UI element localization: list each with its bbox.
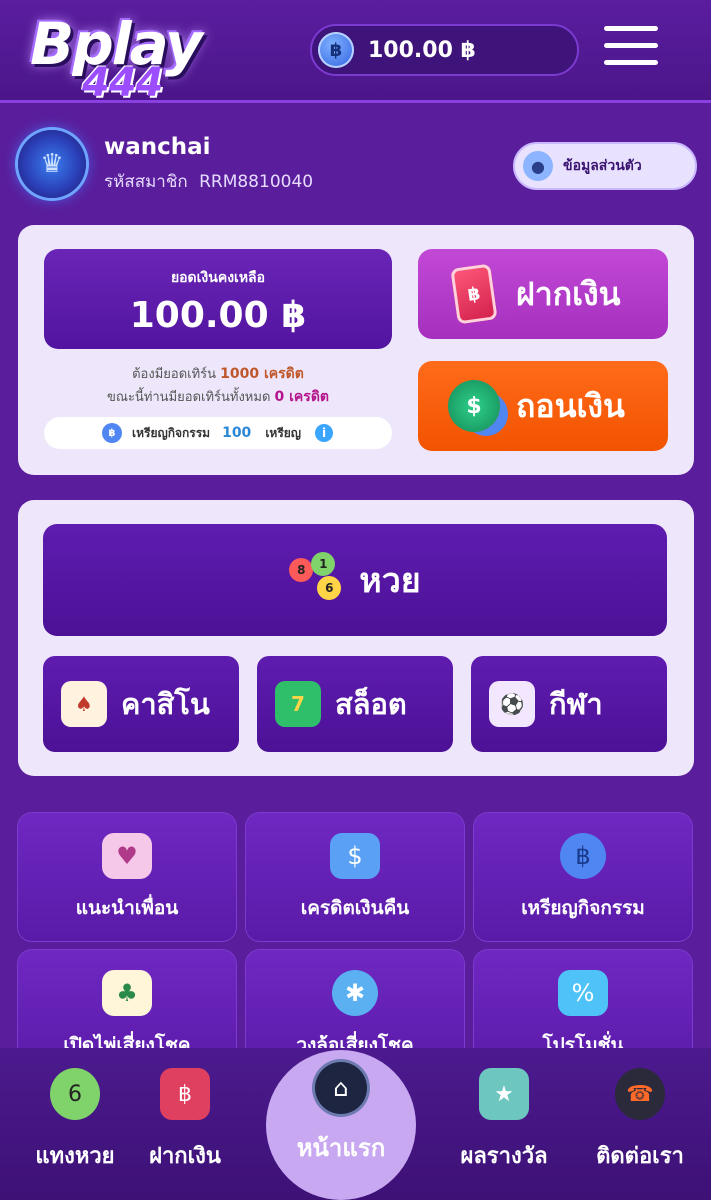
turnover-required-value: 1000 เครดิต: [220, 366, 304, 382]
activity-coins-unit: เหรียญ: [265, 425, 302, 440]
member-id: RRM8810040: [199, 172, 314, 192]
coin-icon: ฿: [560, 833, 606, 879]
medal-icon: ★: [479, 1068, 529, 1120]
withdraw-label: ถอนเงิน: [516, 386, 625, 425]
deposit-label: ฝากเงิน: [516, 274, 621, 313]
info-icon[interactable]: i: [315, 424, 334, 442]
cashback-tile[interactable]: $ เครดิตเงินคืน: [246, 813, 464, 941]
hamburger-menu-icon[interactable]: [604, 26, 658, 68]
bplay-logo[interactable]: Bplay 444: [22, 8, 222, 106]
casino-cards-icon: ♠: [61, 681, 107, 727]
lottery-button[interactable]: 8 1 6 หวย: [43, 524, 667, 636]
activity-coins-label: เหรียญกิจกรรม: [132, 425, 211, 440]
gift-icon: %: [558, 970, 608, 1016]
nav-results-label: ผลรางวัล: [460, 1144, 548, 1169]
nav-results[interactable]: ★ ผลรางวัล: [444, 1068, 564, 1173]
nav-contact[interactable]: ☎ ติดต่อเรา: [580, 1068, 700, 1173]
nav-deposit-label: ฝากเงิน: [149, 1144, 221, 1169]
coin-icon: ฿: [102, 423, 122, 443]
turnover-current-label: ขณะนี้ท่านมียอดเทิร์นทั้งหมด: [107, 390, 271, 405]
lottery-balls-icon: 6: [50, 1068, 100, 1120]
nav-home-label: หน้าแรก: [296, 1134, 386, 1162]
turnover-info: ต้องมียอดเทิร์น 1000 เครดิต ขณะนี้ท่านมี…: [44, 363, 392, 409]
headset-icon: ☎: [615, 1068, 665, 1120]
game-category-card: 8 1 6 หวย ♠ คาสิโน 7 สล็อต ⚽ กีฬา: [18, 500, 694, 776]
slot-button[interactable]: 7 สล็อต: [257, 656, 453, 752]
referral-tile[interactable]: ♥ แนะนำเพื่อน: [18, 813, 236, 941]
baht-coin-icon: ฿: [318, 32, 354, 68]
lottery-label: หวย: [359, 561, 421, 601]
username: wanchai: [104, 134, 211, 160]
wheel-icon: ✱: [332, 970, 378, 1016]
activity-coins-tile-label: เหรียญกิจกรรม: [521, 897, 645, 919]
profile-section: ♛ wanchai รหัสสมาชิก RRM8810040 ● ข้อมูล…: [0, 110, 711, 220]
chips-withdraw-icon: $: [448, 380, 500, 432]
slot-label: สล็อต: [335, 687, 407, 721]
logo-number: 444: [82, 60, 163, 106]
activity-coins-value: 100: [222, 425, 252, 441]
member-id-label: รหัสสมาชิก: [104, 172, 188, 192]
user-icon: ●: [523, 151, 553, 181]
cards-icon: ♣: [102, 970, 152, 1016]
referral-label: แนะนำเพื่อน: [75, 897, 179, 919]
nav-lottery-label: แทงหวย: [35, 1144, 115, 1169]
sport-ball-icon: ⚽: [489, 681, 535, 727]
header-balance-amount: 100.00 ฿: [368, 37, 476, 63]
activity-coins-bar[interactable]: ฿ เหรียญกิจกรรม 100 เหรียญ i: [44, 417, 392, 449]
slot-machine-icon: 7: [275, 681, 321, 727]
home-icon: ⌂: [315, 1062, 367, 1114]
withdraw-button[interactable]: $ ถอนเงิน: [418, 361, 668, 451]
sport-label: กีฬา: [549, 687, 603, 721]
balance-value: 100.00 ฿: [129, 295, 307, 336]
header-balance[interactable]: ฿ 100.00 ฿: [310, 24, 579, 76]
friends-icon: ♥: [102, 833, 152, 879]
nav-deposit[interactable]: ฿ ฝากเงิน: [125, 1068, 245, 1173]
nav-home[interactable]: ⌂ หน้าแรก: [266, 1050, 416, 1200]
lottery-balls-icon: 8 1 6: [289, 552, 345, 608]
casino-label: คาสิโน: [121, 687, 210, 721]
profile-info-label: ข้อมูลส่วนตัว: [563, 158, 642, 174]
top-bar: Bplay 444 ฿ 100.00 ฿: [0, 0, 711, 106]
sport-button[interactable]: ⚽ กีฬา: [471, 656, 667, 752]
phone-deposit-icon: ฿: [160, 1068, 210, 1120]
nav-lottery[interactable]: 6 แทงหวย: [15, 1068, 135, 1173]
avatar: ♛: [18, 130, 86, 198]
money-bag-icon: $: [330, 833, 380, 879]
deposit-button[interactable]: ฿ ฝากเงิน: [418, 249, 668, 339]
profile-info-button[interactable]: ● ข้อมูลส่วนตัว: [513, 142, 697, 190]
activity-coins-tile[interactable]: ฿ เหรียญกิจกรรม: [474, 813, 692, 941]
balance-label: ยอดเงินคงเหลือ: [170, 270, 266, 286]
wallet-card: ยอดเงินคงเหลือ 100.00 ฿ ต้องมียอดเทิร์น …: [18, 225, 694, 475]
casino-button[interactable]: ♠ คาสิโน: [43, 656, 239, 752]
nav-contact-label: ติดต่อเรา: [596, 1144, 684, 1169]
phone-deposit-icon: ฿: [450, 263, 498, 325]
member-id-row: รหัสสมาชิก RRM8810040: [104, 168, 313, 195]
cashback-label: เครดิตเงินคืน: [300, 897, 410, 919]
balance-box: ยอดเงินคงเหลือ 100.00 ฿: [44, 249, 392, 349]
turnover-current-value: 0 เครดิต: [274, 389, 329, 405]
turnover-required-label: ต้องมียอดเทิร์น: [132, 367, 217, 382]
